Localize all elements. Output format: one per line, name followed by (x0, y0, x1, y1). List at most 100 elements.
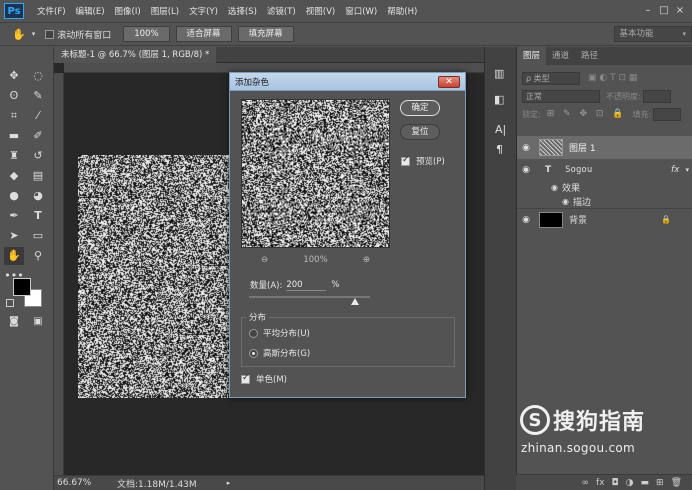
workspace-select[interactable]: 基本功能 (614, 26, 692, 42)
foreground-color-swatch[interactable] (13, 278, 31, 296)
clone-stamp-tool-icon[interactable]: ♜ (4, 147, 24, 165)
gradient-tool-icon[interactable]: ▤ (28, 167, 48, 185)
document-tab[interactable]: 未标题-1 @ 66.7% (图层 1, RGB/8) * × (54, 47, 216, 76)
uniform-radio-row[interactable]: 平均分布(U) (249, 327, 310, 339)
gaussian-radio-row[interactable]: 高斯分布(G) (249, 347, 310, 359)
zoom-out-icon[interactable]: ⊖ (261, 255, 268, 265)
properties-panel-icon[interactable]: ◧ (494, 93, 504, 106)
layer-row-sogou[interactable]: ◉ T Sogou fx ▾ (517, 160, 692, 180)
eyedropper-tool-icon[interactable]: ⁄ (28, 107, 48, 125)
blend-mode-select[interactable]: 正常 (522, 89, 600, 103)
menu-layer[interactable]: 图层(L) (146, 5, 184, 17)
close-window-button[interactable]: × (672, 3, 688, 19)
hand-tool-icon[interactable]: ✋ (12, 28, 26, 41)
move-tool-icon[interactable]: ✥ (4, 67, 24, 85)
document-canvas-noise[interactable] (78, 155, 230, 398)
status-zoom[interactable]: 66.67% (57, 478, 105, 488)
new-group-icon[interactable]: ▬ (641, 478, 650, 488)
dodge-tool-icon[interactable]: ◕ (28, 187, 48, 205)
reset-button[interactable]: 复位 (400, 124, 440, 140)
tab-paths[interactable]: 路径 (575, 47, 604, 65)
visibility-eye-icon[interactable]: ◉ (517, 165, 535, 175)
history-panel-icon[interactable]: ▥ (494, 67, 504, 80)
ok-button[interactable]: 确定 (400, 100, 440, 116)
layer-row-background[interactable]: ◉ 背景 🔒 (517, 208, 692, 230)
adjustment-layer-icon[interactable]: ◑ (626, 478, 634, 488)
crop-tool-icon[interactable]: ⌗ (4, 107, 24, 125)
workspace-chevron-icon[interactable]: ▾ (682, 30, 686, 38)
menu-edit[interactable]: 编辑(E) (71, 5, 110, 17)
layer-effects-row[interactable]: ◉ 效果 (517, 180, 692, 194)
amount-slider-thumb[interactable] (351, 298, 360, 305)
minimize-button[interactable]: – (640, 3, 656, 19)
effects-eye-icon[interactable]: ◉ (551, 183, 558, 192)
screen-mode-icon[interactable]: ▣ (28, 313, 48, 331)
rectangle-tool-icon[interactable]: ▭ (28, 227, 48, 245)
zoom-100-button[interactable]: 100% (123, 26, 170, 42)
tool-preset-chevron-icon[interactable]: ▾ (32, 30, 36, 38)
blur-tool-icon[interactable]: ● (4, 187, 24, 205)
type-tool-icon[interactable]: T (28, 207, 48, 225)
add-mask-icon[interactable]: ◘ (612, 478, 619, 488)
menu-window[interactable]: 窗口(W) (340, 5, 382, 17)
gaussian-radio[interactable] (249, 348, 258, 358)
add-style-icon[interactable]: fx (596, 478, 605, 488)
layer-stroke-effect-row[interactable]: ◉ 描边 (517, 194, 692, 208)
menu-select[interactable]: 选择(S) (223, 5, 262, 17)
marquee-tool-icon[interactable]: ◌ (28, 67, 48, 85)
fill-field[interactable] (653, 107, 682, 121)
zoom-in-icon[interactable]: ⊕ (363, 255, 370, 265)
pen-tool-icon[interactable]: ✒ (4, 207, 24, 225)
maximize-button[interactable]: □ (656, 3, 672, 19)
menu-view[interactable]: 视图(V) (301, 5, 340, 17)
monochrome-checkbox-row[interactable]: 单色(M) (241, 373, 287, 385)
link-layers-icon[interactable]: ∞ (582, 478, 590, 488)
expand-effects-chevron-icon[interactable]: ▾ (685, 166, 689, 174)
default-colors-icon[interactable] (6, 299, 14, 307)
character-panel-icon[interactable]: A| (495, 123, 506, 136)
visibility-eye-icon[interactable]: ◉ (517, 143, 535, 153)
scroll-all-windows-checkbox[interactable]: 滚动所有窗口 (45, 28, 111, 41)
quick-mask-icon[interactable]: ◙ (4, 313, 24, 331)
lock-icons[interactable]: ⊞ ✎ ✥ ⊡ 🔒 (547, 109, 627, 119)
new-layer-icon[interactable]: ⊞ (656, 478, 664, 488)
history-brush-tool-icon[interactable]: ↺ (28, 147, 48, 165)
zoom-tool-icon[interactable]: ⚲ (28, 247, 48, 265)
monochrome-checkbox[interactable] (241, 373, 250, 384)
eraser-tool-icon[interactable]: ◆ (4, 167, 24, 185)
status-menu-chevron-icon[interactable]: ▸ (227, 479, 231, 487)
visibility-eye-icon[interactable]: ◉ (517, 215, 535, 225)
healing-brush-tool-icon[interactable]: ▬ (4, 127, 24, 145)
amount-input[interactable]: 200 (286, 279, 327, 291)
menu-type[interactable]: 文字(Y) (184, 5, 223, 17)
menu-image[interactable]: 图像(I) (110, 5, 146, 17)
menu-filter[interactable]: 滤镜(T) (262, 5, 301, 17)
distribution-label: 分布 (246, 311, 270, 323)
preview-checkbox[interactable] (401, 155, 410, 166)
lasso-tool-icon[interactable]: ʘ (4, 87, 24, 105)
dialog-close-icon[interactable]: ✕ (438, 76, 460, 88)
quick-select-tool-icon[interactable]: ✎ (28, 87, 48, 105)
stroke-eye-icon[interactable]: ◉ (562, 197, 569, 206)
path-select-tool-icon[interactable]: ➤ (4, 227, 24, 245)
dialog-titlebar[interactable]: 添加杂色 (230, 73, 465, 91)
delete-layer-icon[interactable]: 🗑 (671, 478, 682, 488)
noise-preview[interactable] (241, 99, 390, 248)
uniform-radio[interactable] (249, 328, 258, 338)
fit-screen-button[interactable]: 适合屏幕 (175, 26, 232, 42)
scroll-all-windows-check[interactable] (45, 29, 55, 39)
hand-tool-icon[interactable]: ✋ (4, 247, 24, 265)
brush-tool-icon[interactable]: ✐ (28, 127, 48, 145)
tab-channels[interactable]: 通道 (546, 47, 575, 65)
menu-help[interactable]: 帮助(H) (382, 5, 422, 17)
filter-pixel-icon[interactable]: ▣ ◐ T ⊡ ▦ (588, 73, 637, 83)
layer-fx-icon[interactable]: fx (671, 165, 680, 175)
paragraph-panel-icon[interactable]: ¶ (496, 143, 503, 156)
layer-row-layer1[interactable]: ◉ 图层 1 (517, 136, 692, 159)
fill-screen-button[interactable]: 填充屏幕 (237, 26, 294, 42)
opacity-field[interactable] (642, 89, 671, 103)
tab-layers[interactable]: 图层 (517, 47, 547, 65)
menu-file[interactable]: 文件(F) (32, 5, 71, 17)
layer-filter-select[interactable]: ρ 类型 (522, 71, 580, 85)
preview-checkbox-row[interactable]: 预览(P) (401, 155, 445, 167)
